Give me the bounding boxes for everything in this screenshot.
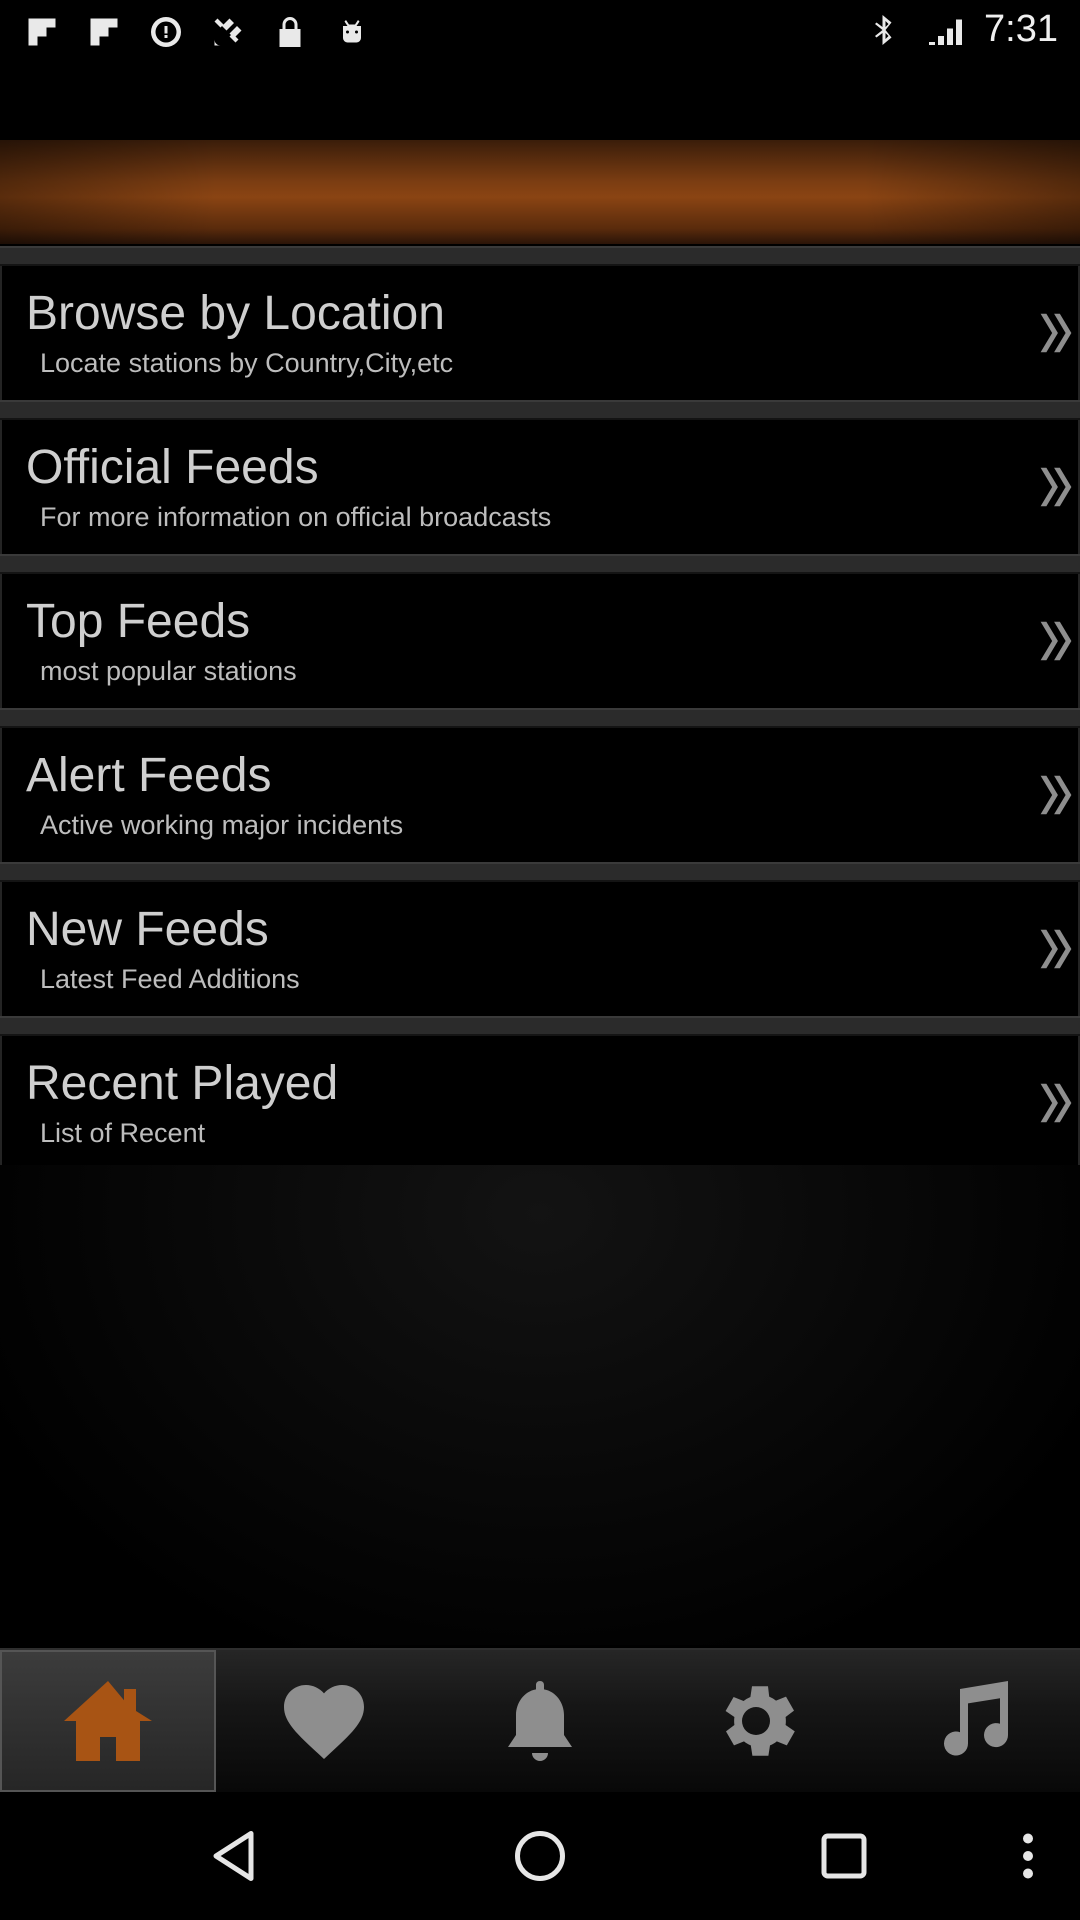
tab-music[interactable] <box>864 1650 1080 1792</box>
tab-alerts[interactable] <box>432 1650 648 1792</box>
android-icon <box>332 12 372 52</box>
double-chevron-right-icon <box>1036 924 1076 974</box>
menu-item-new-feeds[interactable]: New Feeds Latest Feed Additions <box>0 882 1080 1016</box>
double-chevron-right-icon <box>1036 308 1076 358</box>
tab-favorites[interactable] <box>216 1650 432 1792</box>
wifi-signal-icon <box>924 10 964 50</box>
satellite-icon <box>208 12 248 52</box>
back-triangle-icon <box>213 1831 254 1881</box>
home-icon <box>64 1681 152 1761</box>
clock: 7:31 <box>984 8 1058 50</box>
more-vert-icon <box>1023 1833 1033 1879</box>
menu-item-title: Recent Played <box>26 1057 339 1110</box>
double-chevron-right-icon <box>1036 1078 1076 1128</box>
data-saver-icon <box>146 12 186 52</box>
menu-item-subtitle: For more information on official broadca… <box>40 502 552 532</box>
double-chevron-right-icon <box>1036 616 1076 666</box>
header-banner <box>0 140 1080 244</box>
menu-item-title: Official Feeds <box>26 441 319 494</box>
double-chevron-right-icon <box>1036 462 1076 512</box>
gear-icon <box>725 1686 795 1756</box>
menu-item-subtitle: List of Recent <box>40 1118 206 1148</box>
tab-settings[interactable] <box>648 1650 864 1792</box>
bell-icon <box>508 1681 572 1761</box>
main-menu: Browse by Location Locate stations by Co… <box>0 246 1080 1170</box>
home-button[interactable] <box>504 1820 576 1892</box>
menu-item-title: Browse by Location <box>26 287 445 340</box>
menu-item-official-feeds[interactable]: Official Feeds For more information on o… <box>0 420 1080 554</box>
recents-square-icon <box>821 1833 867 1879</box>
empty-content-area <box>0 1165 1080 1645</box>
flipboard-icon <box>84 12 124 52</box>
system-nav-bar <box>0 1792 1080 1920</box>
double-chevron-right-icon <box>1036 770 1076 820</box>
menu-item-recent-played[interactable]: Recent Played List of Recent <box>0 1036 1080 1170</box>
divider <box>0 862 1080 882</box>
status-left-icons <box>22 12 372 52</box>
bluetooth-icon <box>864 10 904 50</box>
menu-item-alert-feeds[interactable]: Alert Feeds Active working major inciden… <box>0 728 1080 862</box>
flipboard-icon <box>22 12 62 52</box>
home-circle-icon <box>515 1831 565 1881</box>
recents-button[interactable] <box>808 1820 880 1892</box>
lock-icon <box>270 12 310 52</box>
divider <box>0 554 1080 574</box>
heart-icon <box>284 1685 364 1759</box>
status-right: 7:31 <box>864 8 1058 51</box>
menu-item-top-feeds[interactable]: Top Feeds most popular stations <box>0 574 1080 708</box>
overflow-menu-button[interactable] <box>992 1820 1064 1892</box>
bottom-nav <box>0 1648 1080 1792</box>
menu-item-subtitle: Active working major incidents <box>40 810 404 840</box>
divider <box>0 400 1080 420</box>
menu-item-subtitle: most popular stations <box>40 656 297 686</box>
status-bar: 7:31 <box>0 0 1080 64</box>
menu-item-subtitle: Locate stations by Country,City,etc <box>40 348 454 378</box>
back-button[interactable] <box>200 1820 272 1892</box>
menu-item-title: New Feeds <box>26 903 269 956</box>
menu-item-title: Top Feeds <box>26 595 251 648</box>
divider <box>0 708 1080 728</box>
divider <box>0 246 1080 266</box>
music-note-icon <box>944 1681 1009 1756</box>
menu-item-title: Alert Feeds <box>26 749 272 802</box>
tab-home[interactable] <box>0 1650 216 1792</box>
menu-item-browse-by-location[interactable]: Browse by Location Locate stations by Co… <box>0 266 1080 400</box>
divider <box>0 1016 1080 1036</box>
menu-item-subtitle: Latest Feed Additions <box>40 964 300 994</box>
